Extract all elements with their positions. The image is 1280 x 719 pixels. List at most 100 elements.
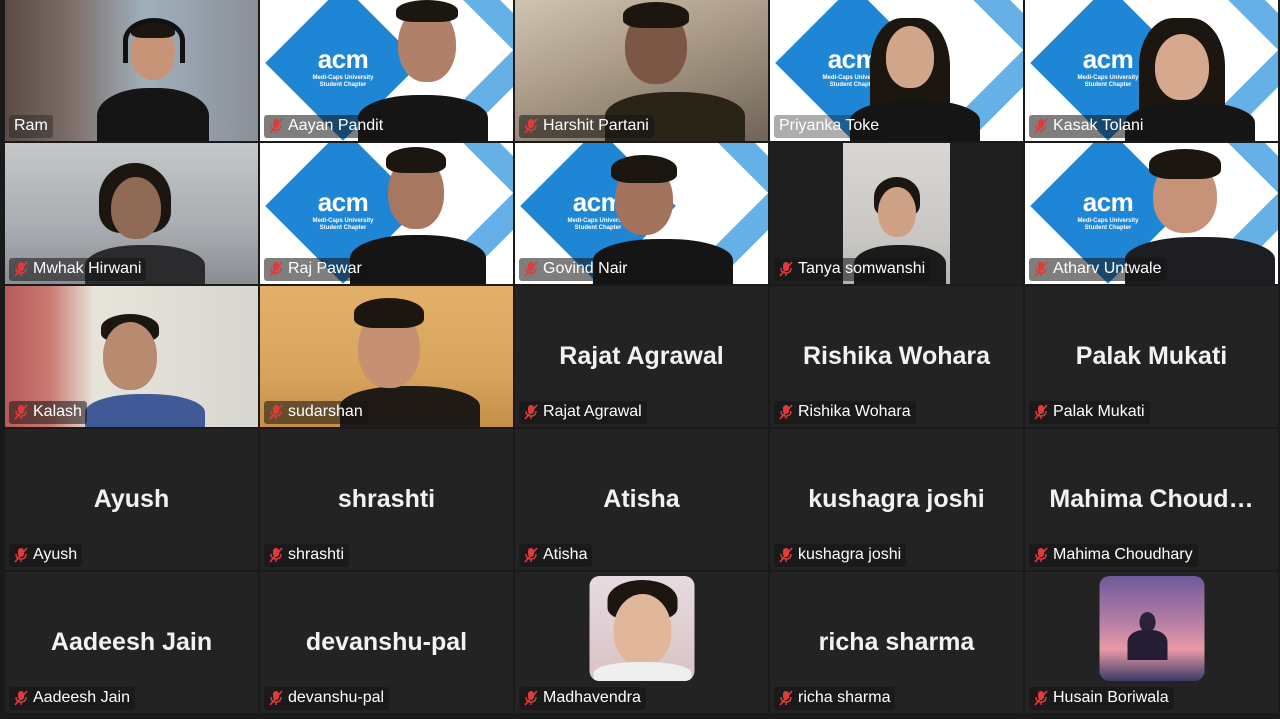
participant-name: Atisha bbox=[543, 546, 588, 563]
participant-display-name: Aadeesh Jain bbox=[50, 628, 213, 656]
participant-tile-mahima-choudhary[interactable]: Mahima Choud… Mahima Choudhary bbox=[1025, 429, 1278, 570]
video-gallery: Ram acm Medi-Caps University Student Chap… bbox=[5, 0, 1278, 713]
name-tag: Priyanka Toke bbox=[774, 115, 885, 138]
name-tag: Ram bbox=[9, 115, 53, 138]
mic-muted-icon bbox=[14, 404, 28, 420]
participant-tile-ayush[interactable]: Ayush Ayush bbox=[5, 429, 258, 570]
participant-display-name: Ayush bbox=[93, 485, 170, 513]
profile-avatar bbox=[589, 576, 694, 681]
profile-avatar bbox=[1099, 576, 1204, 681]
participant-tile-husain-boriwala[interactable]: Husain Boriwala bbox=[1025, 572, 1278, 713]
participant-name: Priyanka Toke bbox=[779, 117, 880, 134]
mic-muted-icon bbox=[14, 261, 28, 277]
participant-tile-tanya-somwanshi[interactable]: Tanya somwanshi bbox=[770, 143, 1023, 284]
name-tag: richa sharma bbox=[774, 687, 896, 710]
name-tag: sudarshan bbox=[264, 401, 368, 424]
mic-muted-icon bbox=[524, 261, 538, 277]
name-tag: Mahima Choudhary bbox=[1029, 544, 1198, 567]
participant-display-name: Palak Mukati bbox=[1075, 342, 1228, 370]
participant-name: Tanya somwanshi bbox=[798, 260, 926, 277]
mic-muted-icon bbox=[779, 261, 793, 277]
participant-display-name: Rishika Wohara bbox=[802, 342, 991, 370]
participant-tile-devanshu-pal[interactable]: devanshu-pal devanshu-pal bbox=[260, 572, 513, 713]
mic-muted-icon bbox=[524, 404, 538, 420]
participant-tile-richa-sharma[interactable]: richa sharma richa sharma bbox=[770, 572, 1023, 713]
participant-display-name: shrashti bbox=[337, 485, 436, 513]
participant-tile-raj-pawar[interactable]: acm Medi-Caps University Student Chapter … bbox=[260, 143, 513, 284]
participant-name: Mahima Choudhary bbox=[1053, 546, 1193, 563]
name-tag: Harshit Partani bbox=[519, 115, 654, 138]
name-tag: Govind Nair bbox=[519, 258, 633, 281]
mic-muted-icon bbox=[14, 690, 28, 706]
participant-display-name: Mahima Choud… bbox=[1049, 485, 1254, 513]
name-tag: Tanya somwanshi bbox=[774, 258, 931, 281]
name-tag: Mwhak Hirwani bbox=[9, 258, 147, 281]
participant-display-name: devanshu-pal bbox=[305, 628, 468, 656]
participant-name: kushagra joshi bbox=[798, 546, 902, 563]
participant-display-name: kushagra joshi bbox=[808, 485, 985, 513]
participant-tile-sudarshan[interactable]: sudarshan bbox=[260, 286, 513, 427]
participant-name: Rajat Agrawal bbox=[543, 403, 642, 420]
participant-tile-govind-nair[interactable]: acm Medi-Caps University Student Chapter … bbox=[515, 143, 768, 284]
participant-name: sudarshan bbox=[288, 403, 363, 420]
participant-name: Atharv Untwale bbox=[1053, 260, 1162, 277]
participant-tile-ram[interactable]: Ram bbox=[5, 0, 258, 141]
name-tag: kushagra joshi bbox=[774, 544, 907, 567]
participant-name: Harshit Partani bbox=[543, 117, 649, 134]
participant-name: Husain Boriwala bbox=[1053, 689, 1169, 706]
name-tag: Rajat Agrawal bbox=[519, 401, 647, 424]
participant-tile-rajat-agrawal[interactable]: Rajat Agrawal Rajat Agrawal bbox=[515, 286, 768, 427]
participant-name: shrashti bbox=[288, 546, 345, 563]
mic-muted-icon bbox=[524, 690, 538, 706]
mic-muted-icon bbox=[269, 261, 283, 277]
mic-muted-icon bbox=[1034, 118, 1048, 134]
participant-display-name: richa sharma bbox=[818, 628, 975, 656]
mic-muted-icon bbox=[269, 547, 283, 563]
participant-tile-aadeesh-jain[interactable]: Aadeesh Jain Aadeesh Jain bbox=[5, 572, 258, 713]
name-tag: Ayush bbox=[9, 544, 83, 567]
participant-tile-aayan-pandit[interactable]: acm Medi-Caps University Student Chapter … bbox=[260, 0, 513, 141]
participant-name: richa sharma bbox=[798, 689, 891, 706]
participant-tile-kasak-tolani[interactable]: acm Medi-Caps University Student Chapter … bbox=[1025, 0, 1278, 141]
participant-display-name: Rajat Agrawal bbox=[559, 342, 724, 370]
mic-muted-icon bbox=[269, 118, 283, 134]
mic-muted-icon bbox=[14, 547, 28, 563]
name-tag: Kalash bbox=[9, 401, 87, 424]
participant-tile-harshit-partani[interactable]: Harshit Partani bbox=[515, 0, 768, 141]
participant-tile-shrashti[interactable]: shrashti shrashti bbox=[260, 429, 513, 570]
name-tag: shrashti bbox=[264, 544, 350, 567]
mic-muted-icon bbox=[269, 690, 283, 706]
participant-name: Govind Nair bbox=[543, 260, 628, 277]
participant-name: Ayush bbox=[33, 546, 78, 563]
participant-tile-atisha[interactable]: Atisha Atisha bbox=[515, 429, 768, 570]
name-tag: Raj Pawar bbox=[264, 258, 367, 281]
participant-name: Kalash bbox=[33, 403, 82, 420]
name-tag: Palak Mukati bbox=[1029, 401, 1150, 424]
mic-muted-icon bbox=[1034, 547, 1048, 563]
participant-tile-rishika-wohara[interactable]: Rishika Wohara Rishika Wohara bbox=[770, 286, 1023, 427]
participant-name: Mwhak Hirwani bbox=[33, 260, 142, 277]
participant-tile-mwhak-hirwani[interactable]: Mwhak Hirwani bbox=[5, 143, 258, 284]
mic-muted-icon bbox=[779, 547, 793, 563]
name-tag: Madhavendra bbox=[519, 687, 646, 710]
participant-tile-kalash[interactable]: Kalash bbox=[5, 286, 258, 427]
participant-name: Madhavendra bbox=[543, 689, 641, 706]
participant-display-name: Atisha bbox=[603, 485, 680, 513]
participant-name: Kasak Tolani bbox=[1053, 117, 1144, 134]
participant-name: Aadeesh Jain bbox=[33, 689, 130, 706]
participant-name: Palak Mukati bbox=[1053, 403, 1145, 420]
participant-tile-palak-mukati[interactable]: Palak Mukati Palak Mukati bbox=[1025, 286, 1278, 427]
mic-muted-icon bbox=[1034, 261, 1048, 277]
participant-tile-kushagra-joshi[interactable]: kushagra joshi kushagra joshi bbox=[770, 429, 1023, 570]
participant-name: Ram bbox=[14, 117, 48, 134]
participant-tile-priyanka-toke[interactable]: acm Medi-Caps University Student Chapter … bbox=[770, 0, 1023, 141]
mic-muted-icon bbox=[779, 404, 793, 420]
name-tag: Kasak Tolani bbox=[1029, 115, 1149, 138]
name-tag: Atharv Untwale bbox=[1029, 258, 1167, 281]
mic-muted-icon bbox=[524, 118, 538, 134]
participant-tile-madhavendra[interactable]: Madhavendra bbox=[515, 572, 768, 713]
name-tag: Aadeesh Jain bbox=[9, 687, 135, 710]
mic-muted-icon bbox=[779, 690, 793, 706]
participant-tile-atharv-untwale[interactable]: acm Medi-Caps University Student Chapter … bbox=[1025, 143, 1278, 284]
name-tag: devanshu-pal bbox=[264, 687, 390, 710]
